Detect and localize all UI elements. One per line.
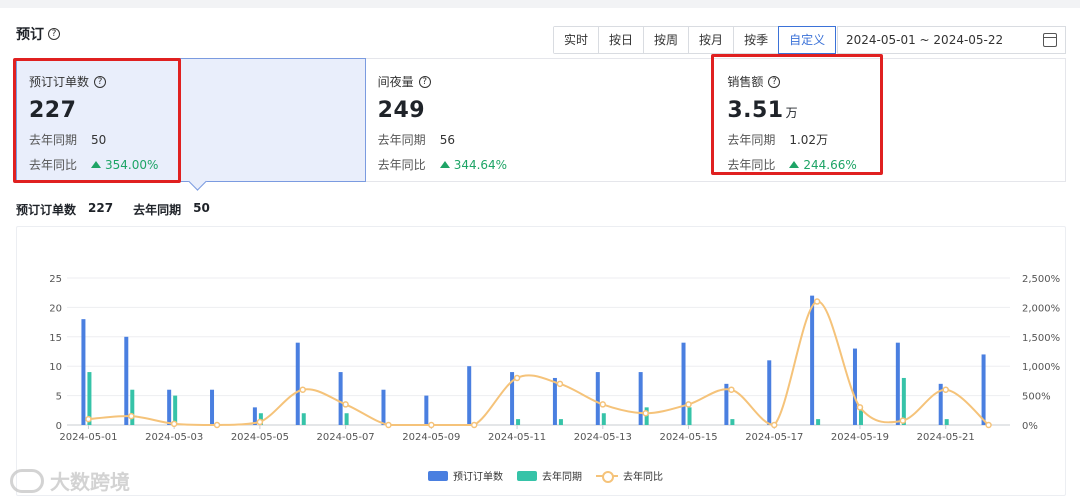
chart-legend: 预订订单数 去年同期 去年同比 <box>428 468 663 483</box>
point-yoy <box>985 421 992 429</box>
y-right-tick-label: 1,500% <box>1022 333 1060 344</box>
bar-last-year <box>173 395 178 425</box>
watermark-logo-icon <box>10 468 44 493</box>
legend-swatch <box>428 470 448 481</box>
bar-orders <box>638 372 643 425</box>
bar-orders <box>338 372 343 425</box>
legend-label: 去年同期 <box>542 472 582 483</box>
x-tick-label: 2024-05-21 <box>917 432 975 443</box>
point-yoy <box>299 386 306 393</box>
point-yoy <box>599 401 607 408</box>
bookings-chart: 0 5 10 15 20 25 0% 500% 1,000% 1,500% 2,000% 2,500%… <box>49 274 1060 443</box>
point-yoy <box>470 421 478 429</box>
point-yoy <box>85 415 92 423</box>
point-yoy <box>685 401 692 408</box>
y-left-tick-label: 5 <box>56 392 62 403</box>
bar-last-year <box>516 419 521 425</box>
bar-last-year <box>730 419 735 425</box>
bar-orders <box>552 377 557 425</box>
legend-label: 去年同比 <box>623 472 663 483</box>
bar-last-year <box>344 413 349 425</box>
bar-orders <box>81 319 86 425</box>
legend-label: 预订订单数 <box>453 472 503 483</box>
legend-item-yoy[interactable]: 去年同比 <box>596 468 663 483</box>
y-right-tick-label: 0% <box>1022 421 1038 432</box>
y-right-tick-label: 1,000% <box>1022 362 1060 373</box>
legend-swatch <box>517 470 537 481</box>
x-tick-label: 2024-05-17 <box>745 432 803 443</box>
bar-last-year <box>687 407 692 425</box>
y-left-tick-label: 15 <box>49 333 62 344</box>
y-left-tick-label: 20 <box>49 303 62 314</box>
bar-orders <box>167 389 172 425</box>
x-tick-label: 2024-05-09 <box>402 432 460 443</box>
point-yoy <box>342 401 349 408</box>
point-yoy <box>899 417 907 424</box>
x-tick-label: 2024-05-03 <box>145 432 203 443</box>
page: 预订 ? 实时 按日 按周 按月 按季 自定义 2024-05-01 ~ 202… <box>0 0 1080 502</box>
bar-orders <box>767 360 772 425</box>
point-yoy <box>170 420 178 428</box>
point-yoy <box>556 380 564 388</box>
point-yoy <box>256 418 264 426</box>
bar-orders <box>210 389 215 425</box>
bar-orders <box>124 336 129 425</box>
legend-item-last-year[interactable]: 去年同期 <box>517 468 582 483</box>
legend-swatch <box>596 470 618 483</box>
watermark-text: 大数跨境 <box>50 470 130 494</box>
x-tick-label: 2024-05-13 <box>574 432 632 443</box>
point-yoy <box>213 421 221 429</box>
bar-orders <box>424 395 429 425</box>
bar-orders <box>681 342 686 425</box>
y-right-tick-label: 2,500% <box>1022 274 1060 285</box>
y-left-tick-label: 0 <box>56 421 62 432</box>
x-tick-label: 2024-05-19 <box>831 432 889 443</box>
point-yoy <box>385 421 392 429</box>
bar-orders <box>895 342 900 425</box>
point-yoy <box>856 404 864 411</box>
bar-last-year <box>944 419 949 425</box>
bar-last-year <box>558 419 563 425</box>
bar-last-year <box>601 413 606 425</box>
point-yoy <box>813 298 821 305</box>
bar-orders <box>295 342 300 425</box>
bar-last-year <box>816 419 821 425</box>
y-right-tick-label: 2,000% <box>1022 303 1060 314</box>
x-tick-label: 2024-05-11 <box>488 432 546 443</box>
bar-orders <box>381 389 386 425</box>
x-tick-label: 2024-05-01 <box>59 432 117 443</box>
point-yoy <box>942 386 949 393</box>
x-tick-label: 2024-05-05 <box>231 432 289 443</box>
y-left-tick-label: 25 <box>49 274 62 285</box>
y-left-tick-label: 10 <box>49 362 62 373</box>
bar-orders <box>595 372 600 425</box>
x-tick-label: 2024-05-15 <box>659 432 717 443</box>
bar-last-year <box>301 413 306 425</box>
point-yoy <box>771 421 778 429</box>
point-yoy <box>642 409 649 417</box>
point-yoy <box>513 374 521 382</box>
bar-orders <box>810 295 815 425</box>
point-yoy <box>428 421 435 429</box>
point-yoy <box>128 412 135 420</box>
bar-last-year <box>130 389 135 425</box>
y-right-tick-label: 500% <box>1022 392 1051 403</box>
legend-item-orders[interactable]: 预订订单数 <box>428 468 503 483</box>
bar-orders <box>852 348 857 425</box>
point-yoy <box>728 386 735 393</box>
bar-orders <box>981 354 986 425</box>
x-tick-label: 2024-05-07 <box>317 432 375 443</box>
bar-orders <box>467 366 472 425</box>
watermark: 大数跨境 <box>10 466 130 495</box>
